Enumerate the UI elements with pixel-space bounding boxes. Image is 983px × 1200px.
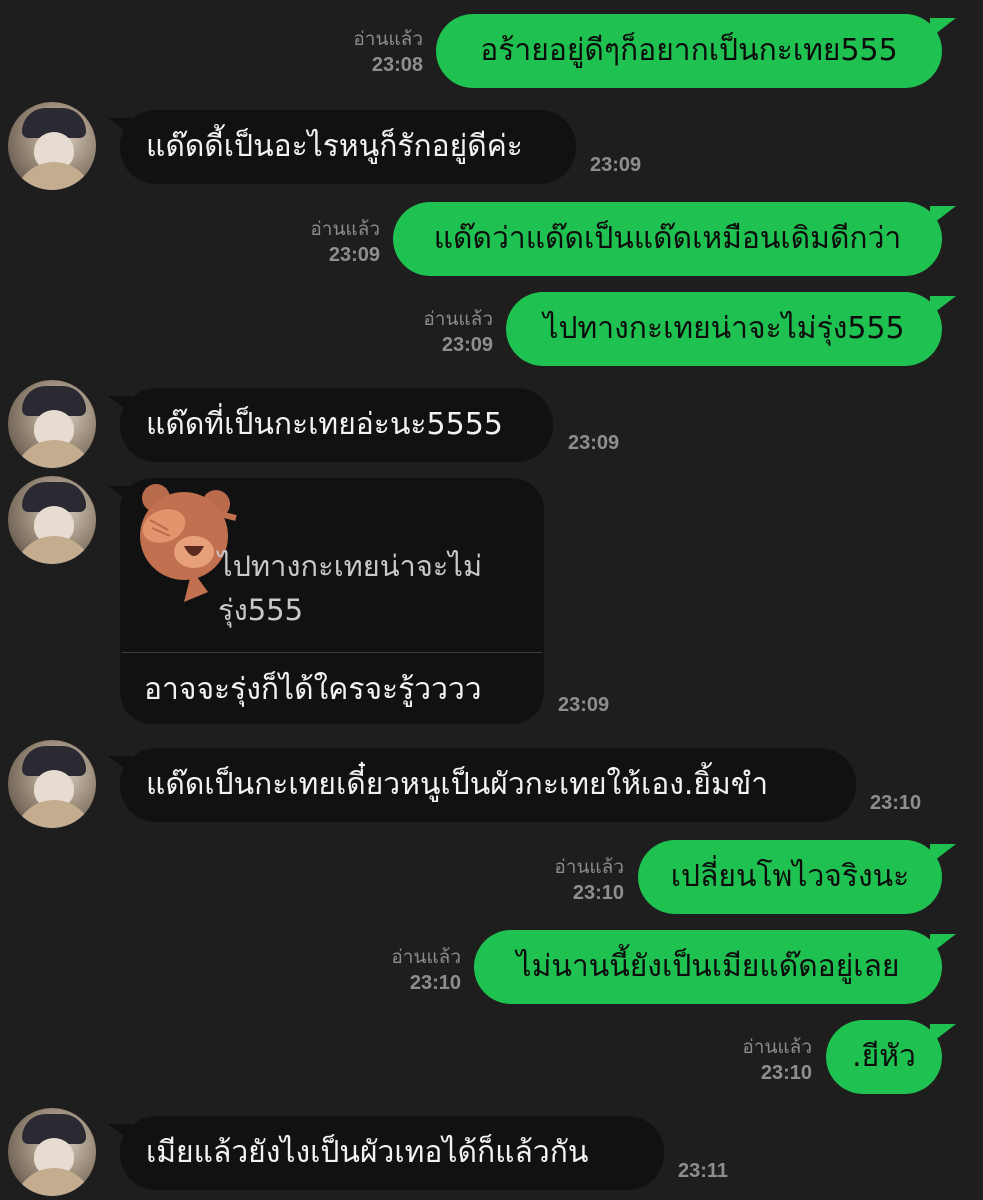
quote-line: ไปทางกะเทยน่าจะไม่ [218, 549, 483, 583]
incoming-message[interactable]: แด๊ดเป็นกะเทยเดี๋ยวหนูเป็นผัวกะเทยให้เอง… [108, 748, 856, 822]
message-time: 23:09 [558, 694, 610, 716]
contact-avatar[interactable] [8, 1108, 96, 1196]
message-time: 23:08 [371, 54, 423, 76]
message-time: 23:09 [568, 432, 620, 454]
outgoing-message[interactable]: ไปทางกะเทยน่าจะไม่รุ่ง555 [506, 292, 956, 366]
incoming-message[interactable]: แด๊ดดี้เป็นอะไรหนูก็รักอยู่ดีค่ะ [108, 110, 576, 184]
message-meta: อ่านแล้ว 23:10 [554, 856, 624, 906]
outgoing-message[interactable]: .ยีหัว [826, 1020, 956, 1094]
message-meta: อ่านแล้ว 23:10 [391, 946, 461, 996]
read-receipt: อ่านแล้ว [310, 219, 380, 240]
outgoing-message[interactable]: แด๊ดว่าแด๊ดเป็นแด๊ดเหมือนเดิมดีกว่า [393, 202, 956, 276]
message-text: แด๊ดว่าแด๊ดเป็นแด๊ดเหมือนเดิมดีกว่า [433, 221, 902, 256]
message-text: แด๊ดดี้เป็นอะไรหนูก็รักอยู่ดีค่ะ [146, 129, 523, 164]
chat-area: อ่านแล้ว 23:08 อร้ายอยู่ดีๆก็อยากเป็นกะเ… [0, 0, 983, 1200]
message-time: 23:10 [572, 882, 624, 904]
message-text: ไปทางกะเทยน่าจะไม่รุ่ง555 [543, 311, 905, 346]
message-time: 23:10 [870, 792, 922, 814]
read-receipt: อ่านแล้ว [391, 947, 461, 968]
outgoing-message[interactable]: อร้ายอยู่ดีๆก็อยากเป็นกะเทย555 [436, 14, 956, 88]
incoming-message[interactable]: เมียแล้วยังไงเป็นผัวเทอได้ก็แล้วกัน [108, 1116, 664, 1190]
message-time: 23:09 [328, 244, 380, 266]
message-time: 23:10 [409, 972, 461, 994]
message-text: เปลี่ยนโพไวจริงนะ [670, 859, 910, 894]
message-meta: อ่านแล้ว 23:09 [310, 218, 380, 268]
incoming-message[interactable]: แด๊ดที่เป็นกะเทยอ่ะนะ5555 [108, 388, 553, 462]
read-receipt: อ่านแล้ว [554, 857, 624, 878]
outgoing-message[interactable]: ไม่นานนี้ยังเป็นเมียแด๊ดอยู่เลย [474, 930, 956, 1004]
reply-divider [122, 652, 542, 653]
read-receipt: อ่านแล้ว [742, 1037, 812, 1058]
message-meta: อ่านแล้ว 23:08 [353, 28, 423, 78]
message-text: เมียแล้วยังไงเป็นผัวเทอได้ก็แล้วกัน [146, 1135, 589, 1170]
message-meta: อ่านแล้ว 23:10 [742, 1036, 812, 1086]
message-text: ไม่นานนี้ยังเป็นเมียแด๊ดอยู่เลย [516, 949, 900, 984]
quoted-message[interactable]: ไปทางกะเทยน่าจะไม่ รุ่ง555 [218, 544, 482, 632]
message-meta: อ่านแล้ว 23:09 [423, 308, 493, 358]
contact-avatar[interactable] [8, 380, 96, 468]
outgoing-message[interactable]: เปลี่ยนโพไวจริงนะ [638, 840, 956, 914]
message-text: แด๊ดเป็นกะเทยเดี๋ยวหนูเป็นผัวกะเทยให้เอง… [146, 767, 769, 802]
message-time: 23:09 [590, 154, 642, 176]
read-receipt: อ่านแล้ว [353, 29, 423, 50]
quote-line: รุ่ง555 [218, 593, 304, 627]
contact-avatar[interactable] [8, 476, 96, 564]
message-time: 23:09 [441, 334, 493, 356]
reply-message[interactable]: ไปทางกะเทยน่าจะไม่ รุ่ง555 อาจจะรุ่งก็ได… [108, 478, 544, 724]
message-text: แด๊ดที่เป็นกะเทยอ่ะนะ5555 [146, 407, 503, 442]
contact-avatar[interactable] [8, 102, 96, 190]
message-time: 23:11 [678, 1160, 729, 1182]
message-time: 23:10 [760, 1062, 812, 1084]
contact-avatar[interactable] [8, 740, 96, 828]
message-text: อร้ายอยู่ดีๆก็อยากเป็นกะเทย555 [480, 33, 898, 68]
message-text: .ยีหัว [852, 1039, 916, 1074]
read-receipt: อ่านแล้ว [423, 309, 493, 330]
message-text: อาจจะรุ่งก็ได้ใครจะรู้วววว [144, 672, 482, 707]
